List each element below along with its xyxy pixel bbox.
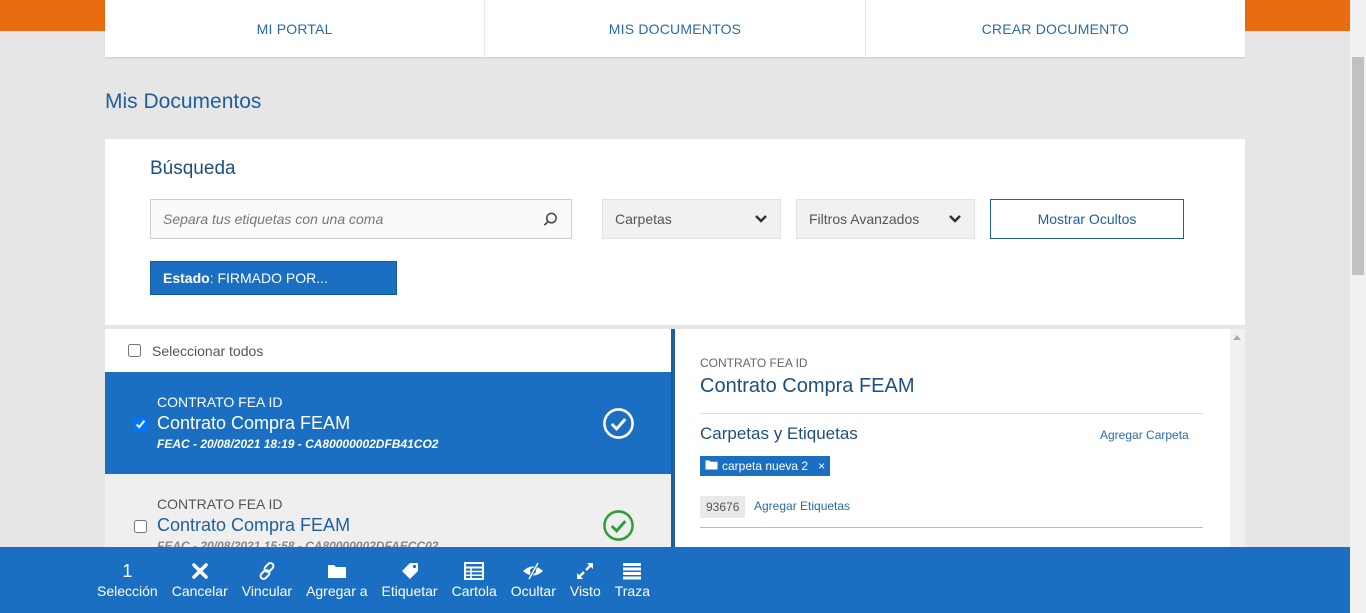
seen-button[interactable]: Visto: [563, 560, 608, 599]
item-checkbox[interactable]: [134, 418, 147, 431]
select-all-row: Seleccionar todos: [105, 329, 671, 372]
remove-folder-icon[interactable]: ×: [818, 459, 825, 473]
nav-mis-documentos[interactable]: MIS DOCUMENTOS: [485, 0, 866, 57]
add-labels-link[interactable]: Agregar Etiquetas: [754, 499, 850, 513]
estado-filter-key: Estado: [163, 270, 210, 286]
page-scrollbar[interactable]: [1350, 0, 1366, 613]
toolbar-label: Agregar a: [306, 583, 368, 599]
detail-doc-name: Contrato Compra FEAM: [700, 375, 915, 397]
toolbar-label: Selección: [97, 583, 158, 599]
toolbar-label: Vincular: [241, 583, 293, 599]
cancel-button[interactable]: Cancelar: [165, 560, 235, 599]
trace-button[interactable]: Traza: [608, 560, 657, 599]
toolbar-label: Traza: [614, 583, 651, 599]
add-to-button[interactable]: Agregar a: [299, 560, 374, 599]
page-title: Mis Documentos: [105, 90, 262, 113]
tag-button[interactable]: Etiquetar: [375, 560, 445, 599]
link-button[interactable]: Vincular: [235, 560, 299, 599]
link-icon: [257, 560, 277, 582]
doc-type: CONTRATO FEA ID: [157, 496, 283, 512]
nav-mi-portal[interactable]: MI PORTAL: [105, 0, 486, 57]
list-item[interactable]: CONTRATO FEA ID Contrato Compra FEAM FEA…: [105, 372, 671, 474]
top-navigation: MI PORTAL MIS DOCUMENTOS CREAR DOCUMENTO: [105, 0, 1245, 57]
search-title: Búsqueda: [150, 158, 236, 179]
selection-count-button[interactable]: 1 Selección: [90, 560, 165, 600]
carpetas-dropdown-label: Carpetas: [615, 211, 672, 227]
folder-icon: [327, 560, 347, 582]
page-scrollbar-thumb[interactable]: [1352, 57, 1364, 275]
doc-meta: FEAC - 20/08/2021 18:19 - CA80000002DFB4…: [157, 437, 439, 451]
carpetas-dropdown[interactable]: Carpetas: [602, 199, 781, 239]
toolbar-label: Cartola: [451, 583, 497, 599]
estado-filter-chip[interactable]: Estado: FIRMADO POR...: [150, 261, 397, 295]
nav-crear-documento[interactable]: CREAR DOCUMENTO: [866, 0, 1245, 57]
item-checkbox[interactable]: [134, 520, 147, 533]
check-circle-icon: [602, 407, 635, 440]
select-all-label: Seleccionar todos: [152, 342, 264, 359]
filtros-avanzados-dropdown[interactable]: Filtros Avanzados: [796, 199, 975, 239]
search-card: Búsqueda Carpetas Filtros Avanzados Most…: [105, 139, 1245, 325]
doc-type: CONTRATO FEA ID: [157, 394, 283, 410]
divider: [700, 413, 1203, 414]
hide-button[interactable]: Ocultar: [504, 560, 563, 599]
toolbar-label: Etiquetar: [381, 583, 438, 599]
scroll-up-arrow-icon[interactable]: [1233, 335, 1241, 340]
chevron-down-icon: [948, 211, 962, 227]
folder-icon: [705, 459, 718, 473]
close-icon: [191, 560, 209, 582]
tag-search-input[interactable]: [163, 211, 541, 227]
cartola-button[interactable]: Cartola: [445, 560, 504, 599]
header-accent-left: [0, 0, 105, 31]
estado-filter-value: : FIRMADO POR...: [209, 270, 328, 286]
detail-scrollbar[interactable]: [1230, 329, 1245, 547]
divider: [700, 527, 1203, 528]
filtros-dropdown-label: Filtros Avanzados: [809, 211, 920, 227]
spreadsheet-icon: [464, 560, 485, 582]
header-accent-right: [1245, 0, 1350, 31]
folder-tag-label: carpeta nueva 2: [722, 459, 809, 473]
doc-name: Contrato Compra FEAM: [157, 515, 351, 535]
check-circle-icon: [602, 509, 635, 542]
select-all-checkbox[interactable]: [128, 344, 141, 357]
selection-count: 1: [122, 560, 133, 581]
toolbar-label: Visto: [569, 583, 601, 599]
toolbar-label: Ocultar: [510, 583, 556, 599]
tag-icon: [400, 560, 420, 582]
toolbar-label: Cancelar: [171, 583, 228, 599]
folders-labels-title: Carpetas y Etiquetas: [700, 424, 858, 443]
mostrar-ocultos-button[interactable]: Mostrar Ocultos: [990, 199, 1184, 239]
folder-tag: carpeta nueva 2 ×: [700, 456, 831, 476]
chevron-down-icon: [754, 211, 768, 227]
list-icon: [622, 560, 642, 582]
search-icon[interactable]: [541, 210, 559, 228]
tag-search-field: [150, 199, 572, 239]
bulk-action-toolbar: 1 Selección Cancelar Vincular Agregar a …: [0, 547, 1350, 613]
label-tag: 93676: [700, 496, 746, 518]
eye-slash-icon: [522, 560, 544, 582]
add-folder-link[interactable]: Agregar Carpeta: [1100, 428, 1189, 442]
detail-doc-type: CONTRATO FEA ID: [700, 356, 808, 370]
doc-name: Contrato Compra FEAM: [157, 413, 351, 433]
expand-icon: [575, 560, 595, 582]
